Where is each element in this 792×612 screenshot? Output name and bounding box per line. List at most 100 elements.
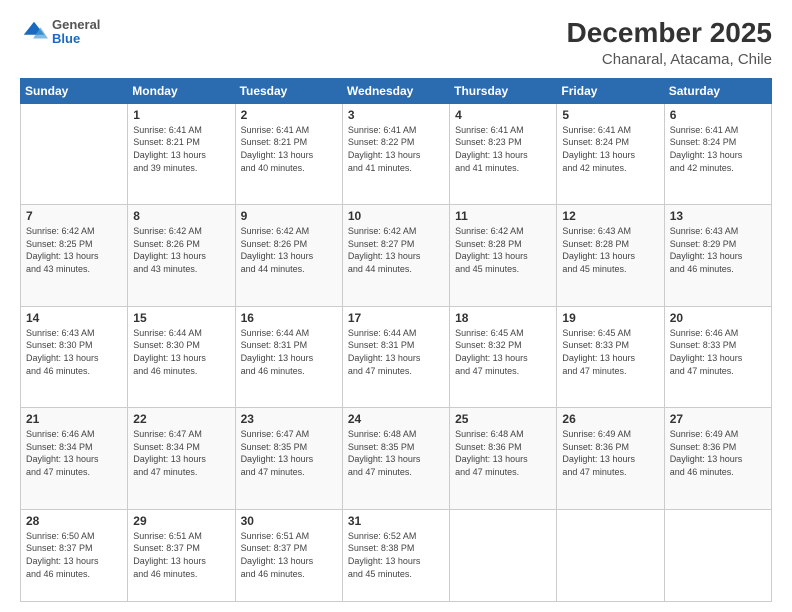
day-number: 22 [133,412,229,426]
calendar-cell [21,103,128,204]
day-info: Sunrise: 6:43 AM Sunset: 8:29 PM Dayligh… [670,225,766,275]
calendar-cell: 13 Sunrise: 6:43 AM Sunset: 8:29 PM Dayli… [664,205,771,306]
day-number: 31 [348,514,444,528]
calendar-cell: 19 Sunrise: 6:45 AM Sunset: 8:33 PM Dayli… [557,306,664,407]
day-info: Sunrise: 6:50 AM Sunset: 8:37 PM Dayligh… [26,530,122,580]
day-info: Sunrise: 6:41 AM Sunset: 8:21 PM Dayligh… [241,124,337,174]
day-number: 25 [455,412,551,426]
calendar-cell: 2 Sunrise: 6:41 AM Sunset: 8:21 PM Daylig… [235,103,342,204]
day-number: 20 [670,311,766,325]
calendar-cell [664,509,771,601]
day-number: 21 [26,412,122,426]
day-info: Sunrise: 6:41 AM Sunset: 8:21 PM Dayligh… [133,124,229,174]
calendar-cell: 17Sunrise: 6:44 AM Sunset: 8:31 PM Dayli… [342,306,449,407]
day-number: 27 [670,412,766,426]
column-header-thursday: Thursday [450,78,557,103]
calendar-week-5: 28 Sunrise: 6:50 AM Sunset: 8:37 PM Dayli… [21,509,772,601]
day-info: Sunrise: 6:44 AM Sunset: 8:30 PM Dayligh… [133,327,229,377]
day-number: 19 [562,311,658,325]
day-info: Sunrise: 6:42 AM Sunset: 8:27 PM Dayligh… [348,225,444,275]
title-block: December 2025 Chanaral, Atacama, Chile [567,18,772,68]
calendar-cell: 30Sunrise: 6:51 AM Sunset: 8:37 PM Dayli… [235,509,342,601]
calendar-cell: 3Sunrise: 6:41 AM Sunset: 8:22 PM Daylig… [342,103,449,204]
day-number: 18 [455,311,551,325]
calendar-week-3: 14Sunrise: 6:43 AM Sunset: 8:30 PM Dayli… [21,306,772,407]
calendar-cell: 7 Sunrise: 6:42 AM Sunset: 8:25 PM Daylig… [21,205,128,306]
calendar-week-1: 1 Sunrise: 6:41 AM Sunset: 8:21 PM Daylig… [21,103,772,204]
calendar-week-2: 7 Sunrise: 6:42 AM Sunset: 8:25 PM Daylig… [21,205,772,306]
calendar-cell: 5 Sunrise: 6:41 AM Sunset: 8:24 PM Daylig… [557,103,664,204]
day-number: 8 [133,209,229,223]
day-number: 13 [670,209,766,223]
day-info: Sunrise: 6:52 AM Sunset: 8:38 PM Dayligh… [348,530,444,580]
day-info: Sunrise: 6:41 AM Sunset: 8:24 PM Dayligh… [562,124,658,174]
day-number: 7 [26,209,122,223]
day-info: Sunrise: 6:42 AM Sunset: 8:25 PM Dayligh… [26,225,122,275]
logo-general: General [52,18,100,32]
day-number: 5 [562,108,658,122]
page-subtitle: Chanaral, Atacama, Chile [567,51,772,68]
calendar-cell: 15 Sunrise: 6:44 AM Sunset: 8:30 PM Dayli… [128,306,235,407]
header: General Blue December 2025 Chanaral, Ata… [20,18,772,68]
day-info: Sunrise: 6:51 AM Sunset: 8:37 PM Dayligh… [241,530,337,580]
column-header-wednesday: Wednesday [342,78,449,103]
day-number: 24 [348,412,444,426]
calendar-cell: 20Sunrise: 6:46 AM Sunset: 8:33 PM Dayli… [664,306,771,407]
day-info: Sunrise: 6:42 AM Sunset: 8:26 PM Dayligh… [133,225,229,275]
day-info: Sunrise: 6:48 AM Sunset: 8:36 PM Dayligh… [455,428,551,478]
calendar-cell: 10 Sunrise: 6:42 AM Sunset: 8:27 PM Dayli… [342,205,449,306]
day-number: 17 [348,311,444,325]
day-number: 15 [133,311,229,325]
day-number: 16 [241,311,337,325]
header-row: SundayMondayTuesdayWednesdayThursdayFrid… [21,78,772,103]
calendar-cell: 1 Sunrise: 6:41 AM Sunset: 8:21 PM Daylig… [128,103,235,204]
day-info: Sunrise: 6:41 AM Sunset: 8:24 PM Dayligh… [670,124,766,174]
calendar-cell: 23Sunrise: 6:47 AM Sunset: 8:35 PM Dayli… [235,408,342,509]
calendar-cell: 11Sunrise: 6:42 AM Sunset: 8:28 PM Dayli… [450,205,557,306]
calendar-table: SundayMondayTuesdayWednesdayThursdayFrid… [20,78,772,602]
day-number: 6 [670,108,766,122]
calendar-cell [557,509,664,601]
day-info: Sunrise: 6:47 AM Sunset: 8:35 PM Dayligh… [241,428,337,478]
column-header-tuesday: Tuesday [235,78,342,103]
calendar-header: SundayMondayTuesdayWednesdayThursdayFrid… [21,78,772,103]
day-number: 2 [241,108,337,122]
calendar-cell: 4Sunrise: 6:41 AM Sunset: 8:23 PM Daylig… [450,103,557,204]
day-number: 9 [241,209,337,223]
day-info: Sunrise: 6:49 AM Sunset: 8:36 PM Dayligh… [562,428,658,478]
calendar-cell: 8 Sunrise: 6:42 AM Sunset: 8:26 PM Daylig… [128,205,235,306]
day-number: 10 [348,209,444,223]
calendar-cell: 28 Sunrise: 6:50 AM Sunset: 8:37 PM Dayli… [21,509,128,601]
day-info: Sunrise: 6:43 AM Sunset: 8:28 PM Dayligh… [562,225,658,275]
calendar-cell: 18 Sunrise: 6:45 AM Sunset: 8:32 PM Dayli… [450,306,557,407]
day-number: 28 [26,514,122,528]
day-number: 1 [133,108,229,122]
day-info: Sunrise: 6:41 AM Sunset: 8:22 PM Dayligh… [348,124,444,174]
day-info: Sunrise: 6:45 AM Sunset: 8:32 PM Dayligh… [455,327,551,377]
day-info: Sunrise: 6:45 AM Sunset: 8:33 PM Dayligh… [562,327,658,377]
logo: General Blue [20,18,100,47]
column-header-friday: Friday [557,78,664,103]
calendar-cell: 22 Sunrise: 6:47 AM Sunset: 8:34 PM Dayli… [128,408,235,509]
calendar-body: 1 Sunrise: 6:41 AM Sunset: 8:21 PM Daylig… [21,103,772,601]
calendar-cell: 12 Sunrise: 6:43 AM Sunset: 8:28 PM Dayli… [557,205,664,306]
page: General Blue December 2025 Chanaral, Ata… [0,0,792,612]
calendar-cell: 21Sunrise: 6:46 AM Sunset: 8:34 PM Dayli… [21,408,128,509]
calendar-cell: 16Sunrise: 6:44 AM Sunset: 8:31 PM Dayli… [235,306,342,407]
day-info: Sunrise: 6:42 AM Sunset: 8:28 PM Dayligh… [455,225,551,275]
logo-text: General Blue [52,18,100,47]
day-number: 12 [562,209,658,223]
day-number: 29 [133,514,229,528]
calendar-cell: 31 Sunrise: 6:52 AM Sunset: 8:38 PM Dayli… [342,509,449,601]
page-title: December 2025 [567,18,772,49]
calendar-cell: 14Sunrise: 6:43 AM Sunset: 8:30 PM Dayli… [21,306,128,407]
day-info: Sunrise: 6:49 AM Sunset: 8:36 PM Dayligh… [670,428,766,478]
day-info: Sunrise: 6:42 AM Sunset: 8:26 PM Dayligh… [241,225,337,275]
day-info: Sunrise: 6:47 AM Sunset: 8:34 PM Dayligh… [133,428,229,478]
logo-icon [20,18,48,46]
day-number: 4 [455,108,551,122]
calendar-cell: 27 Sunrise: 6:49 AM Sunset: 8:36 PM Dayli… [664,408,771,509]
day-info: Sunrise: 6:51 AM Sunset: 8:37 PM Dayligh… [133,530,229,580]
logo-blue: Blue [52,32,100,46]
day-number: 26 [562,412,658,426]
